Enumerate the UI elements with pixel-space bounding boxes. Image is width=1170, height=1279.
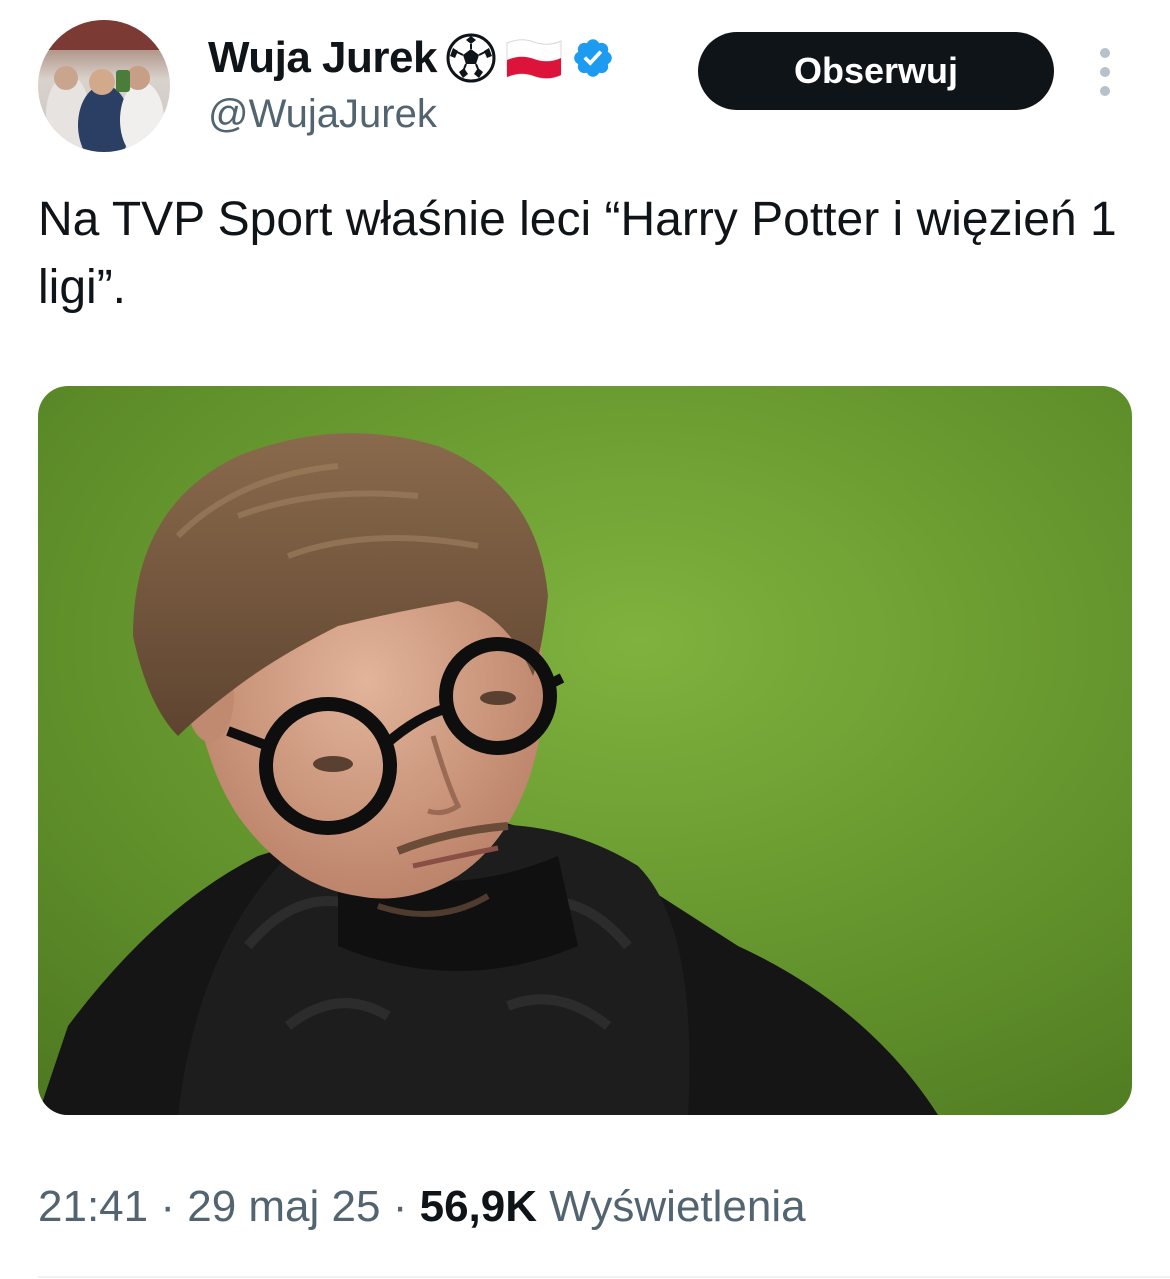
more-dot: [1100, 86, 1110, 96]
avatar[interactable]: [38, 20, 170, 152]
meta-separator: ·: [392, 1182, 408, 1231]
author-name-row[interactable]: Wuja Jurek: [208, 28, 615, 88]
tweet-meta: 21:41 · 29 maj 25 · 56,9K Wyświetlenia: [38, 1182, 806, 1232]
poland-flag-icon: [505, 37, 563, 79]
author-handle[interactable]: @WujaJurek: [208, 92, 437, 137]
portrait-photo: [38, 386, 1132, 1115]
more-dot: [1100, 48, 1110, 58]
more-dot: [1100, 67, 1110, 77]
more-options-icon[interactable]: [1090, 48, 1120, 96]
tweet-time[interactable]: 21:41: [38, 1182, 148, 1231]
tweet-date[interactable]: 29 maj 25: [187, 1182, 380, 1231]
tweet-image[interactable]: [38, 386, 1132, 1115]
divider: [38, 1276, 1170, 1278]
soccer-ball-icon: [445, 32, 497, 84]
author-display-name[interactable]: Wuja Jurek: [208, 33, 437, 83]
views-label: Wyświetlenia: [549, 1182, 806, 1231]
verified-badge-icon[interactable]: [571, 36, 615, 80]
meta-separator: ·: [160, 1182, 175, 1231]
tweet-text: Na TVP Sport właśnie leci “Harry Potter …: [38, 193, 1117, 314]
follow-button[interactable]: Obserwuj: [698, 32, 1054, 110]
views-count: 56,9K: [419, 1182, 538, 1231]
